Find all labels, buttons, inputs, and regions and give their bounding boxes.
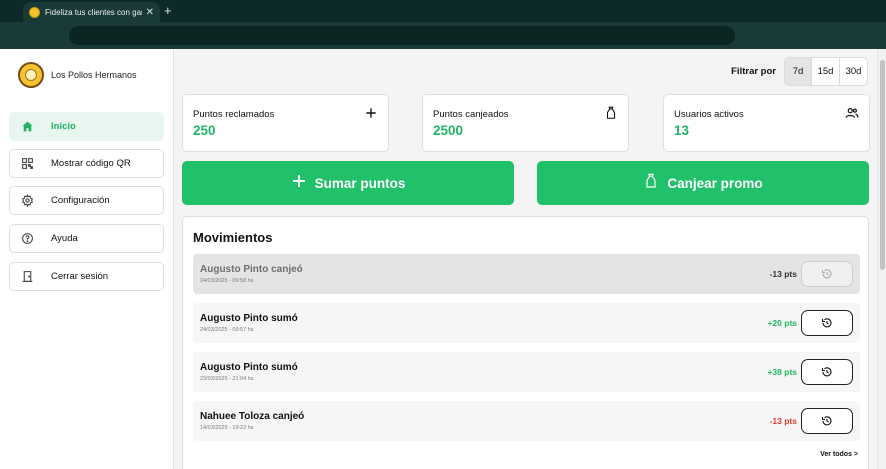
favicon-icon xyxy=(29,6,40,18)
browser-tab-strip: Fideliza tus clientes con gamify ✕ + xyxy=(0,0,886,22)
stat-label: Puntos canjeados xyxy=(433,109,509,120)
undo-icon xyxy=(821,269,832,279)
sidebar-item-label: Cerrar sesión xyxy=(51,271,109,282)
scrollbar-thumb[interactable] xyxy=(880,60,885,270)
stat-label: Puntos reclamados xyxy=(193,109,275,120)
undo-icon xyxy=(821,416,832,426)
movement-title: Augusto Pinto sumó xyxy=(200,313,298,324)
redeem-promo-label: Canjear promo xyxy=(667,175,763,191)
movement-title: Augusto Pinto sumó xyxy=(200,362,298,373)
redeem-promo-button[interactable]: Canjear promo xyxy=(537,161,869,205)
stat-value: 2500 xyxy=(433,123,464,138)
movement-row: Augusto Pinto canjeó 24/03/2025 - 09:58 … xyxy=(193,254,860,294)
undo-icon xyxy=(821,367,832,377)
movement-title: Augusto Pinto canjeó xyxy=(200,264,303,275)
add-points-button[interactable]: Sumar puntos xyxy=(182,161,514,205)
brand-logo xyxy=(18,62,44,88)
add-points-label: Sumar puntos xyxy=(314,175,406,191)
plus-icon xyxy=(291,173,307,194)
bag-icon xyxy=(604,106,618,120)
address-bar[interactable] xyxy=(69,26,735,45)
movements-title: Movimientos xyxy=(193,230,273,245)
undo-icon xyxy=(821,318,832,328)
gear-icon xyxy=(20,194,34,208)
new-tab-button[interactable]: + xyxy=(164,3,172,18)
sidebar-item-label: Inicio xyxy=(51,121,76,132)
sidebar-item-label: Configuración xyxy=(51,195,110,206)
undo-button[interactable] xyxy=(801,359,853,385)
stat-card-puntos-reclamados: Puntos reclamados 250 xyxy=(182,94,389,152)
movement-date: 24/03/2025 - 09:58 hs xyxy=(200,278,254,284)
filter-label: Filtrar por xyxy=(731,66,776,77)
stat-card-usuarios-activos: Usuarios activos 13 xyxy=(663,94,870,152)
filter-options: 7d 15d 30d xyxy=(784,57,868,86)
tab-close-button[interactable]: ✕ xyxy=(146,7,154,18)
help-icon xyxy=(20,232,34,246)
movement-points: +38 pts xyxy=(767,367,797,377)
browser-tab[interactable]: Fideliza tus clientes con gamify ✕ xyxy=(23,2,160,22)
sidebar-item-qr[interactable]: Mostrar código QR xyxy=(9,149,164,178)
stat-label: Usuarios activos xyxy=(674,109,744,120)
sidebar-item-configuracion[interactable]: Configuración xyxy=(9,186,164,215)
main-content: Filtrar por 7d 15d 30d Puntos reclamados… xyxy=(174,49,877,469)
movement-points: -13 pts xyxy=(769,416,797,426)
movement-title: Nahuee Toloza canjeó xyxy=(200,411,305,422)
movement-points: -13 pts xyxy=(769,269,797,279)
sidebar-item-cerrar-sesion[interactable]: Cerrar sesión xyxy=(9,262,164,291)
see-all-link[interactable]: Ver todos > xyxy=(820,451,858,458)
brand: Los Pollos Hermanos xyxy=(18,62,137,88)
sidebar-item-label: Ayuda xyxy=(51,233,78,244)
movement-row: Augusto Pinto sumó 23/03/2025 - 21:04 hs… xyxy=(193,352,860,392)
page-scrollbar[interactable] xyxy=(877,49,886,469)
sidebar-item-ayuda[interactable]: Ayuda xyxy=(9,224,164,253)
stat-value: 13 xyxy=(674,123,690,138)
movement-points: +20 pts xyxy=(767,318,797,328)
filter-30d-button[interactable]: 30d xyxy=(839,58,867,85)
movement-date: 24/03/2025 - 09:57 hs xyxy=(200,327,254,333)
plus-icon xyxy=(364,106,378,120)
tab-title: Fideliza tus clientes con gamify xyxy=(45,7,142,17)
period-filter: Filtrar por 7d 15d 30d xyxy=(731,57,868,86)
bag-icon xyxy=(643,172,659,195)
stat-value: 250 xyxy=(193,123,216,138)
undo-button[interactable] xyxy=(801,408,853,434)
undo-button[interactable] xyxy=(801,310,853,336)
movement-date: 14/03/2025 - 19:22 hs xyxy=(200,425,254,431)
movement-row: Nahuee Toloza canjeó 14/03/2025 - 19:22 … xyxy=(193,401,860,441)
qr-code-icon xyxy=(20,157,34,171)
sidebar-item-inicio[interactable]: Inicio xyxy=(9,112,164,141)
browser-toolbar xyxy=(0,22,886,49)
movement-row: Augusto Pinto sumó 24/03/2025 - 09:57 hs… xyxy=(193,303,860,343)
filter-7d-button[interactable]: 7d xyxy=(785,58,811,85)
filter-15d-button[interactable]: 15d xyxy=(811,58,839,85)
undo-button[interactable] xyxy=(801,261,853,287)
stat-card-puntos-canjeados: Puntos canjeados 2500 xyxy=(422,94,629,152)
movement-date: 23/03/2025 - 21:04 hs xyxy=(200,376,254,382)
users-icon xyxy=(845,106,859,120)
movements-panel: Movimientos Augusto Pinto canjeó 24/03/2… xyxy=(182,216,869,469)
brand-name: Los Pollos Hermanos xyxy=(51,70,137,80)
logout-icon xyxy=(20,270,34,284)
home-icon xyxy=(20,120,34,134)
sidebar-item-label: Mostrar código QR xyxy=(51,158,131,169)
sidebar: Los Pollos Hermanos Inicio Mostrar códig… xyxy=(0,49,174,469)
